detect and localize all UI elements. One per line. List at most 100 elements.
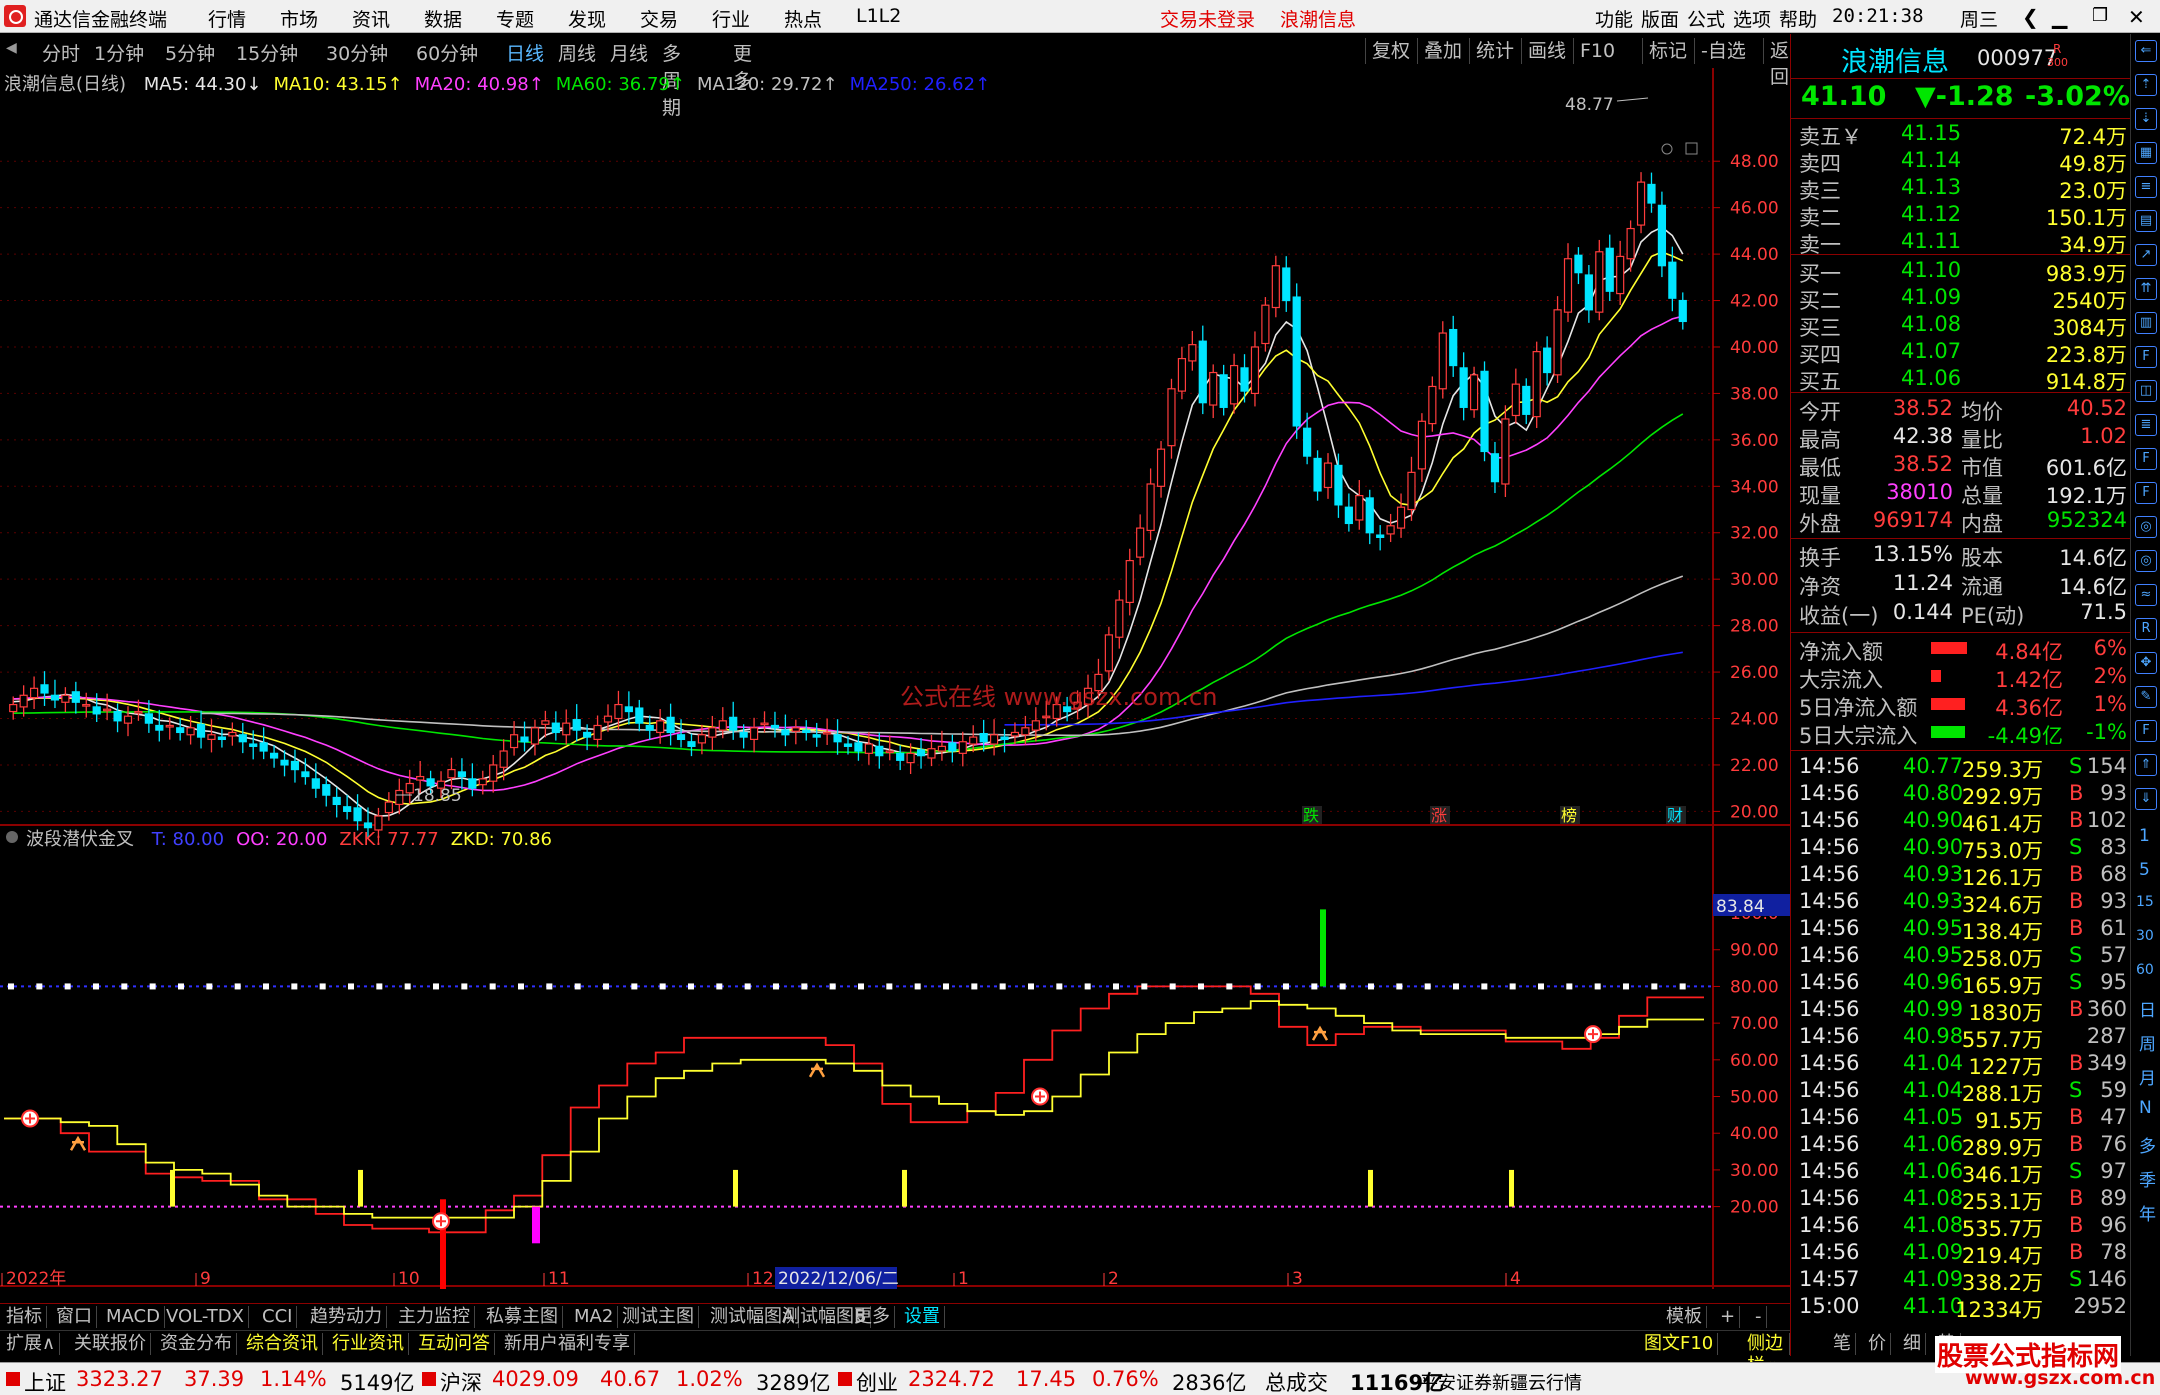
period-shortcut[interactable]: 60 xyxy=(2136,962,2154,978)
side-tool-icon[interactable]: ▥ xyxy=(2135,312,2157,334)
extension-tab[interactable]: 关联报价 xyxy=(70,1333,151,1355)
candle-body[interactable] xyxy=(343,806,352,812)
right-menu-item[interactable]: 选项 xyxy=(1733,5,1771,32)
candle-body[interactable] xyxy=(29,687,39,699)
side-toggle[interactable]: 笔 xyxy=(1829,1333,1856,1355)
candle-body[interactable] xyxy=(1438,332,1447,390)
candle-body[interactable] xyxy=(833,734,842,743)
period-shortcut[interactable]: 日 xyxy=(2139,996,2156,1021)
candle-body[interactable] xyxy=(82,703,91,707)
candle-body[interactable] xyxy=(614,703,623,720)
candle-body[interactable] xyxy=(144,713,153,724)
candle-body[interactable] xyxy=(572,719,581,731)
candle-body[interactable] xyxy=(1532,351,1541,418)
candle-body[interactable] xyxy=(332,796,341,806)
candle-body[interactable] xyxy=(979,733,988,743)
candle-body[interactable] xyxy=(509,734,519,749)
side-tool-icon[interactable]: F xyxy=(2135,482,2157,504)
candle-body[interactable] xyxy=(666,716,675,734)
period-shortcut[interactable]: 季 xyxy=(2139,1166,2156,1191)
candle-body[interactable] xyxy=(1282,267,1291,302)
period-tab[interactable]: 30分钟 xyxy=(326,39,388,66)
candle-body[interactable] xyxy=(1480,370,1489,453)
side-tool-icon[interactable]: ⇡ xyxy=(2135,74,2157,96)
candle-body[interactable] xyxy=(322,784,331,796)
candle-body[interactable] xyxy=(1595,251,1604,313)
candle-body[interactable] xyxy=(760,722,769,726)
candle-body[interactable] xyxy=(697,734,707,744)
candle-body[interactable] xyxy=(176,727,185,734)
candle-body[interactable] xyxy=(92,706,101,715)
candle-body[interactable] xyxy=(864,743,873,754)
period-tab[interactable]: 15分钟 xyxy=(236,39,298,66)
tick-row[interactable]: 14:56 41.05 91.5万 B 47 xyxy=(1791,1105,2131,1133)
candle-body[interactable] xyxy=(311,778,320,789)
candle-body[interactable] xyxy=(457,771,467,778)
candle-body[interactable] xyxy=(489,764,498,782)
trade-status[interactable]: 交易未登录 xyxy=(1160,5,1255,32)
event-markers[interactable]: 跌涨榜财 xyxy=(1302,806,1686,825)
index-name[interactable]: 上证 xyxy=(24,1367,66,1395)
extension-tab[interactable]: 资金分布 xyxy=(156,1333,237,1355)
candle-body[interactable] xyxy=(1647,183,1656,204)
candle-body[interactable] xyxy=(718,720,727,731)
extension-tab[interactable]: 新用户福利专享 xyxy=(500,1333,635,1355)
candle-body[interactable] xyxy=(1344,506,1353,525)
minimize-icon[interactable]: ▁ xyxy=(2052,5,2067,29)
indicator-tab[interactable]: 窗口 xyxy=(52,1306,97,1328)
candle-body[interactable] xyxy=(1188,344,1197,362)
candle-body[interactable] xyxy=(103,708,112,712)
side-tool-icon[interactable]: ⇣ xyxy=(2135,108,2157,130)
candle-body[interactable] xyxy=(61,694,70,703)
candle-body[interactable] xyxy=(478,778,487,786)
candle-body[interactable] xyxy=(468,778,477,789)
indicator-tab[interactable]: 主力监控 xyxy=(394,1306,475,1328)
candle-body[interactable] xyxy=(40,684,49,694)
tick-row[interactable]: 14:56 40.80 292.9万 B 93 xyxy=(1791,781,2131,809)
candle-body[interactable] xyxy=(1334,464,1343,506)
candle-body[interactable] xyxy=(1136,527,1145,558)
candle-body[interactable] xyxy=(249,743,258,747)
event-marker[interactable]: 榜 xyxy=(1561,806,1577,825)
indicator-tab[interactable]: MACD xyxy=(102,1306,165,1328)
template-button[interactable]: 模板 xyxy=(1662,1306,1707,1328)
right-menu-item[interactable]: 版面 xyxy=(1641,5,1679,32)
candle-body[interactable] xyxy=(603,715,613,723)
period-tab[interactable]: 5分钟 xyxy=(165,39,215,66)
side-toggle[interactable]: 图文F10 xyxy=(1640,1333,1719,1355)
candle-body[interactable] xyxy=(1209,371,1218,406)
tick-row[interactable]: 14:56 40.95 138.4万 B 61 xyxy=(1791,916,2131,944)
tick-row[interactable]: 14:56 40.77 259.3万 S 154 xyxy=(1791,754,2131,782)
chart-tool-button[interactable]: 标记 xyxy=(1642,38,1693,64)
period-shortcut[interactable]: N xyxy=(2139,1098,2152,1118)
candle-body[interactable] xyxy=(593,724,602,741)
candle-body[interactable] xyxy=(562,722,571,736)
chart-tool-button[interactable]: F10 xyxy=(1573,38,1621,64)
candle-body[interactable] xyxy=(1219,374,1228,408)
side-tool-icon[interactable]: ≣ xyxy=(2135,414,2157,436)
side-tool-icon[interactable]: ◎ xyxy=(2135,550,2157,572)
candle-body[interactable] xyxy=(1365,497,1374,534)
indicator-settings-icon[interactable] xyxy=(6,831,18,843)
candle-body[interactable] xyxy=(1355,494,1364,521)
candle-body[interactable] xyxy=(1261,304,1270,345)
indicator-tab[interactable]: 更多 xyxy=(850,1306,895,1328)
tick-row[interactable]: 14:56 41.06 289.9万 B 76 xyxy=(1791,1132,2131,1160)
indicator-tab[interactable]: 设置 xyxy=(900,1306,945,1328)
tick-row[interactable]: 14:56 41.09 219.4万 B 78 xyxy=(1791,1240,2131,1268)
menu-item[interactable]: 资讯 xyxy=(352,5,390,32)
tick-row[interactable]: 14:56 40.95 258.0万 S 57 xyxy=(1791,943,2131,971)
back-icon[interactable]: ❮ xyxy=(2022,5,2039,29)
candle-body[interactable] xyxy=(948,742,957,752)
side-tool-icon[interactable]: ✎ xyxy=(2135,686,2157,708)
candle-body[interactable] xyxy=(1376,534,1385,538)
candle-body[interactable] xyxy=(1459,367,1468,408)
period-tab[interactable]: 日线 xyxy=(506,39,544,66)
candle-body[interactable] xyxy=(259,742,268,752)
side-tool-icon[interactable]: ≈ xyxy=(2135,584,2157,606)
candle-body[interactable] xyxy=(269,752,279,759)
candle-body[interactable] xyxy=(196,723,206,738)
menu-item[interactable]: 交易 xyxy=(640,5,678,32)
candle-body[interactable] xyxy=(583,731,592,738)
candle-body[interactable] xyxy=(770,724,780,729)
